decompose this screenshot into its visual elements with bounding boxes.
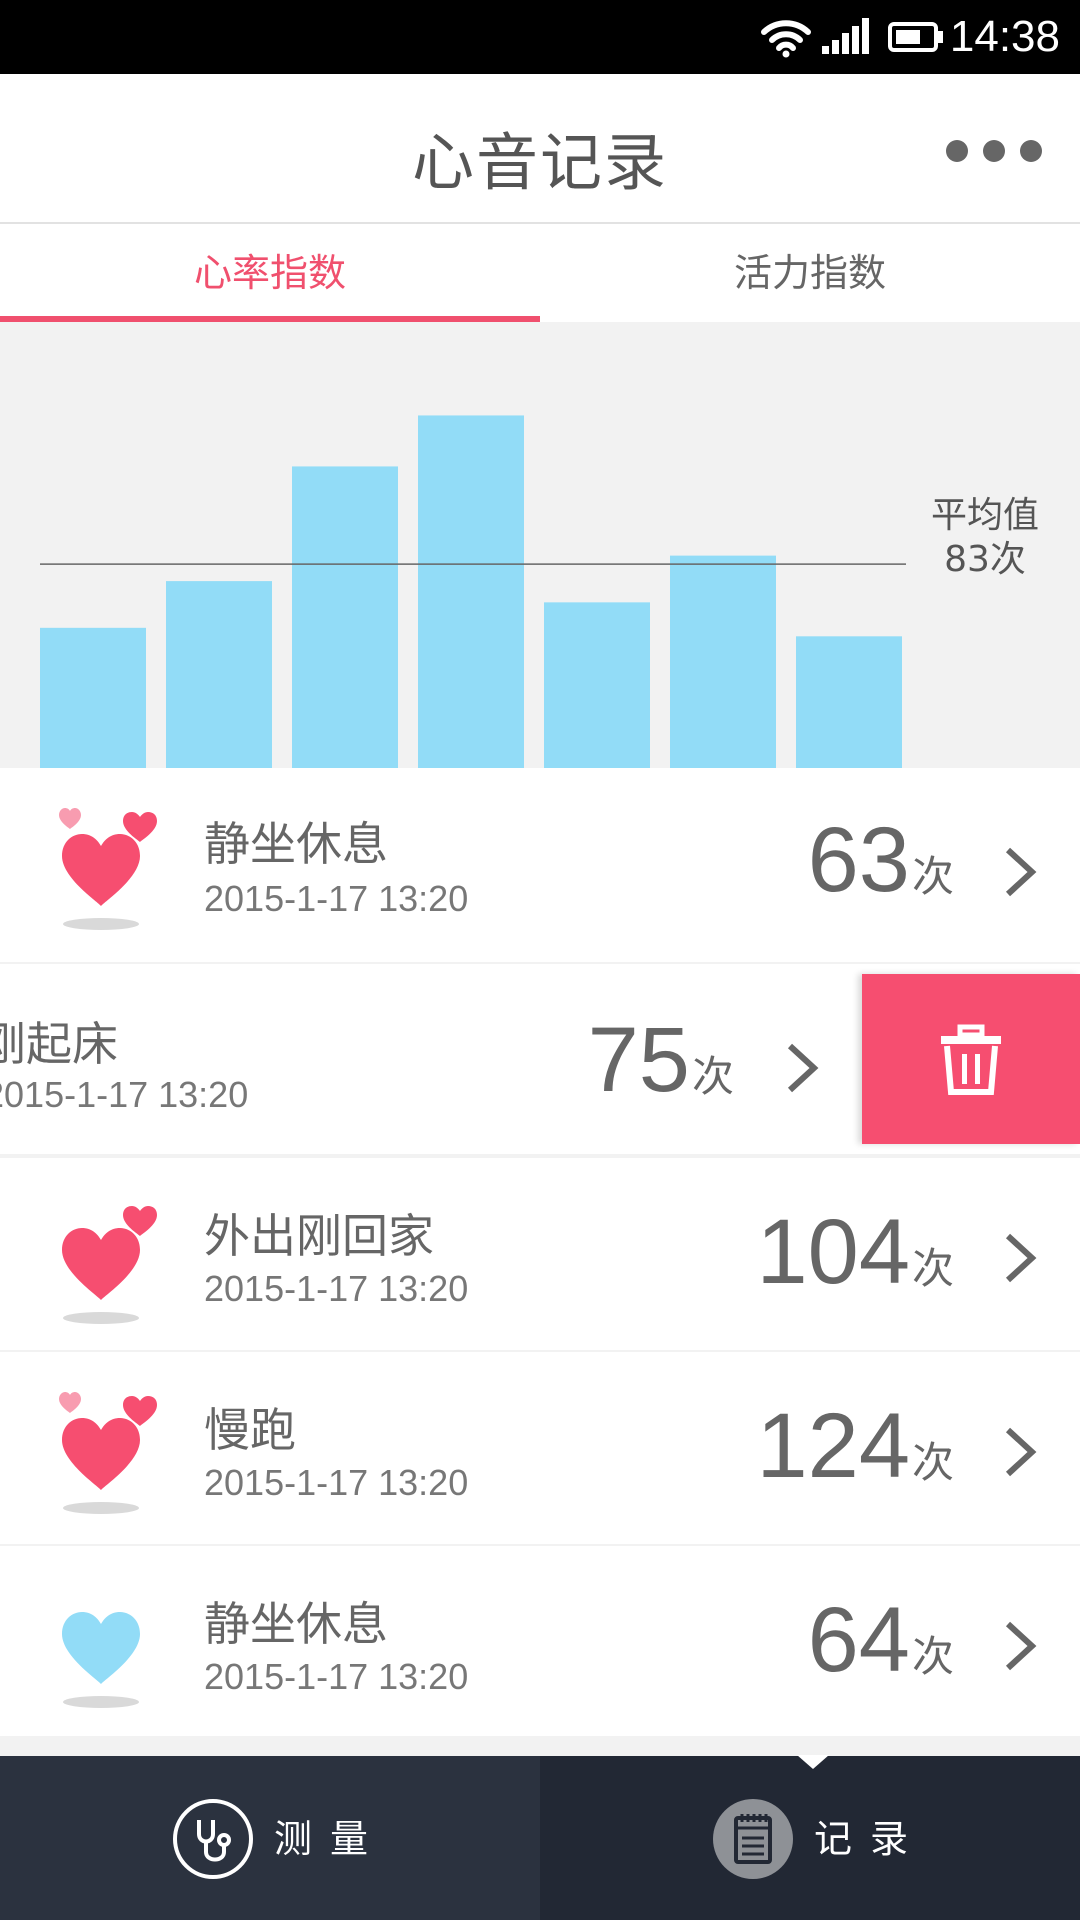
record-value-unit: 次	[911, 1438, 954, 1487]
battery-icon	[888, 22, 943, 52]
delete-button[interactable]	[862, 974, 1080, 1144]
record-title: 静坐休息	[204, 1597, 388, 1651]
record-time: 2015-1-17 13:20	[204, 878, 469, 919]
nav-record[interactable]: 记录	[540, 1756, 1080, 1920]
record-value-unit: 次	[911, 1244, 954, 1293]
record-time: 2015-1-17 13:20	[204, 1656, 469, 1697]
status-bar: 14:38	[0, 0, 1080, 74]
chart-bar	[418, 415, 524, 768]
double-heart-icon	[59, 1392, 157, 1514]
chevron-right-icon[interactable]	[1004, 1232, 1038, 1284]
record-value-number: 75	[587, 1009, 690, 1111]
record-title: 静坐休息	[204, 817, 388, 871]
record-value: 63次	[808, 808, 954, 913]
active-nav-indicator	[797, 1755, 829, 1769]
record-title: 外出刚回家	[204, 1209, 434, 1263]
tab-bar: 心率指数 活力指数	[0, 224, 1080, 323]
tab-heart-rate-index[interactable]: 心率指数	[0, 224, 540, 322]
record-value-number: 64	[807, 1589, 910, 1691]
record-value-unit: 次	[911, 852, 954, 901]
chart-bar	[166, 581, 272, 768]
record-time: 2015-1-17 13:20	[204, 1462, 469, 1503]
record-value-number: 104	[756, 1201, 910, 1303]
list-item[interactable]: 外出刚回家 2015-1-17 13:20 104次	[0, 1158, 1080, 1350]
single-small-heart-icon	[62, 1206, 157, 1324]
stethoscope-icon	[173, 1799, 253, 1879]
trash-icon	[941, 1024, 1001, 1095]
record-value-unit: 次	[911, 1632, 954, 1681]
chart-bar	[544, 602, 650, 768]
chevron-right-icon[interactable]	[1004, 1426, 1038, 1478]
record-value: 124次	[756, 1394, 954, 1499]
record-value-number: 63	[807, 809, 910, 911]
chevron-right-icon[interactable]	[1004, 846, 1038, 898]
chart-bar	[292, 466, 398, 768]
record-value: 64次	[808, 1588, 954, 1693]
record-value: 75次	[588, 1008, 734, 1113]
record-time: 2015-1-17 13:20	[204, 1268, 469, 1309]
page-title: 心音记录	[411, 126, 668, 199]
average-label-value: 83次	[944, 539, 1026, 580]
nav-measure[interactable]: 测量	[0, 1756, 540, 1920]
heart-rate-chart: 平均值 83次	[0, 322, 1080, 768]
bottom-nav: 测量 记录	[0, 1756, 1080, 1920]
record-value: 104次	[756, 1200, 954, 1305]
notebook-icon	[713, 1799, 793, 1879]
record-time: 2015-1-17 13:20	[0, 1074, 249, 1115]
blue-heart-icon	[62, 1612, 140, 1708]
status-time: 14:38	[949, 12, 1060, 61]
nav-measure-label: 测量	[274, 1817, 387, 1861]
record-value-unit: 次	[691, 1052, 734, 1101]
chart-bar	[670, 555, 776, 768]
record-title: 慢跑	[204, 1403, 296, 1457]
nav-record-label: 记录	[814, 1817, 927, 1861]
average-label: 平均值 83次	[914, 494, 1056, 582]
wifi-icon	[761, 20, 811, 58]
more-options-icon[interactable]	[946, 140, 1042, 162]
list-item[interactable]: 静坐休息 2015-1-17 13:20 63次	[0, 768, 1080, 962]
chart-bar	[796, 636, 902, 768]
average-label-title: 平均值	[930, 495, 1039, 536]
list-item[interactable]: 静坐休息 2015-1-17 13:20 64次	[0, 1546, 1080, 1736]
app-header: 心音记录	[0, 74, 1080, 224]
chart-bar	[40, 627, 146, 768]
record-title: 刚起床	[0, 1017, 118, 1071]
tab-vitality-index[interactable]: 活力指数	[540, 224, 1080, 322]
chevron-right-icon[interactable]	[786, 1042, 820, 1094]
list-item[interactable]: 慢跑 2015-1-17 13:20 124次	[0, 1352, 1080, 1544]
signal-icon	[822, 18, 869, 54]
record-value-number: 124	[756, 1395, 910, 1497]
chevron-right-icon[interactable]	[1004, 1620, 1038, 1672]
double-heart-icon	[59, 808, 157, 930]
